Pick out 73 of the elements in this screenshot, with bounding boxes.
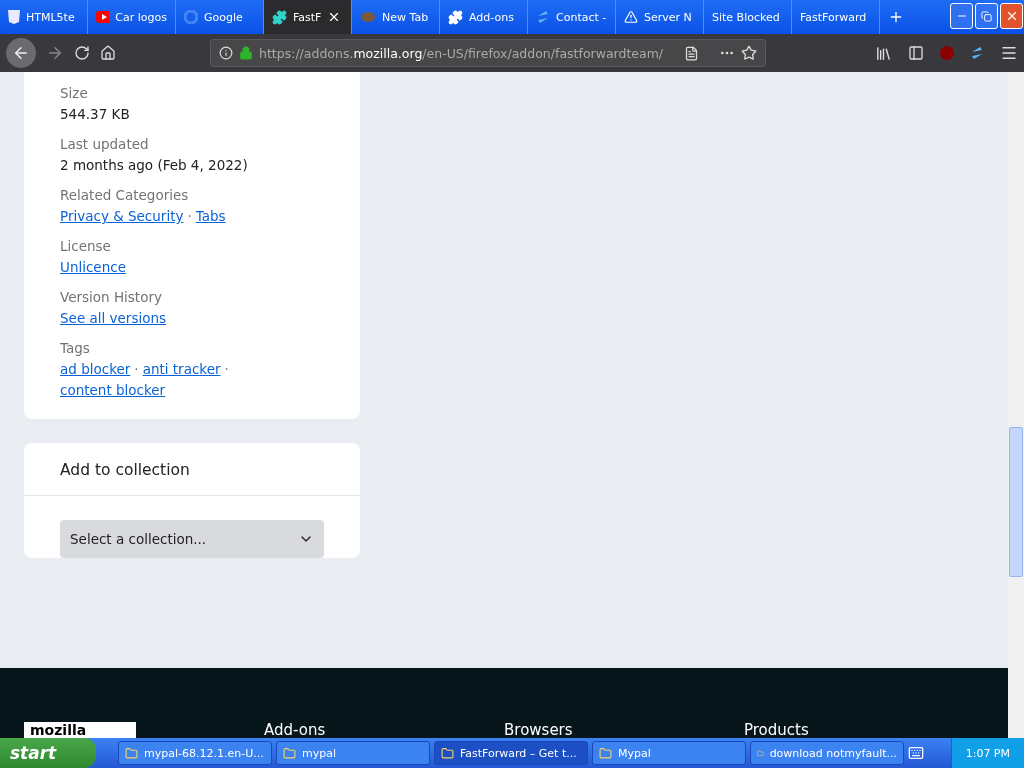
folder-icon [125, 746, 138, 760]
separator-dot: · [187, 208, 192, 224]
scrollbar[interactable] [1008, 72, 1024, 738]
home-icon[interactable] [100, 45, 116, 61]
detail-link[interactable]: See all versions [60, 310, 167, 326]
folder-icon [599, 746, 612, 760]
tab-title: FastForward [800, 10, 867, 24]
tab-title: New Tab [382, 10, 429, 24]
separator-dot: · [134, 361, 139, 377]
detail-link[interactable]: Privacy & Security [60, 208, 184, 224]
folder-icon [441, 746, 454, 760]
address-bar[interactable]: https://addons.mozilla.org/en-US/firefox/addon/fastforwardteam/ [210, 39, 766, 67]
detail-label: License [60, 238, 112, 254]
library-icon[interactable] [875, 44, 892, 62]
start-button[interactable]: start [0, 738, 96, 768]
detail-link[interactable]: Unlicence [60, 259, 126, 275]
star-icon[interactable] [741, 45, 757, 61]
tab-title: Google [204, 10, 243, 24]
taskbar-item[interactable]: Mypal [592, 741, 746, 765]
detail-label: Version History [60, 289, 163, 305]
detail-link[interactable]: content blocker [60, 382, 166, 398]
card-title: Add to collection [24, 443, 360, 496]
sidebar-icon[interactable] [908, 45, 924, 61]
arrows-icon[interactable] [970, 46, 984, 60]
minimize-button[interactable] [950, 3, 973, 29]
footer-heading: Browsers [504, 722, 574, 738]
tab-title: Contact - [556, 10, 607, 24]
restore-icon [981, 10, 992, 22]
warning-icon [624, 10, 638, 24]
puzzle-icon [272, 9, 287, 25]
play-icon [96, 11, 110, 23]
tab-title: HTML5te [26, 10, 75, 24]
clock: 1:07 PM [965, 746, 1010, 760]
arrows-icon [536, 10, 550, 24]
keyboard-icon[interactable] [908, 745, 924, 761]
detail-label: Last updated [60, 136, 150, 152]
reload-icon[interactable] [74, 45, 90, 61]
menu-icon[interactable] [1000, 44, 1018, 62]
detail-link[interactable]: ad blocker [60, 361, 131, 377]
taskbar-item[interactable]: mypal [276, 741, 430, 765]
back-button[interactable] [6, 38, 36, 68]
back-icon [12, 44, 30, 62]
taskbar-item[interactable]: download notmyfault... [750, 741, 904, 765]
restore-button[interactable] [975, 3, 998, 29]
detail-value: 2 months ago (Feb 4, 2022) [60, 157, 248, 173]
folder-icon [283, 746, 296, 760]
taskbar-item[interactable]: mypal-68.12.1.en-U... [118, 741, 272, 765]
reader-icon[interactable] [684, 45, 699, 61]
tab-title: Server N [644, 10, 692, 24]
footer-heading: Add-ons [264, 722, 327, 738]
lock-icon [239, 46, 253, 60]
detail-label: Related Categories [60, 187, 190, 203]
detail-label: Tags [60, 340, 91, 356]
tab-title: FastF [293, 10, 322, 24]
detail-link[interactable]: Tabs [195, 208, 226, 224]
taskbar-item[interactable]: FastForward – Get t... [434, 741, 588, 765]
collection-select[interactable]: Select a collection... [60, 520, 324, 558]
url-text: https://addons.mozilla.org/en-US/firefox/addon/fastforwardteam/ [259, 45, 665, 61]
detail-label: Size [60, 85, 89, 101]
new-tab-icon[interactable] [888, 9, 904, 25]
separator-dot: · [224, 361, 229, 377]
puzzle-icon [448, 9, 463, 25]
info-icon[interactable] [219, 46, 233, 60]
detail-value: 544.37 KB [60, 106, 130, 122]
browser-tab[interactable]: FastF [264, 0, 352, 34]
close-button[interactable] [1000, 3, 1023, 29]
footer-heading: Products [744, 722, 810, 738]
footer-logo[interactable]: mozilla [24, 722, 136, 738]
tab-title: Car logos [115, 10, 167, 24]
detail-link[interactable]: anti tracker [142, 361, 221, 377]
tab-title: Add-ons [469, 10, 514, 24]
forward-icon[interactable] [46, 44, 64, 62]
tab-title: Site Blocked [712, 10, 780, 24]
